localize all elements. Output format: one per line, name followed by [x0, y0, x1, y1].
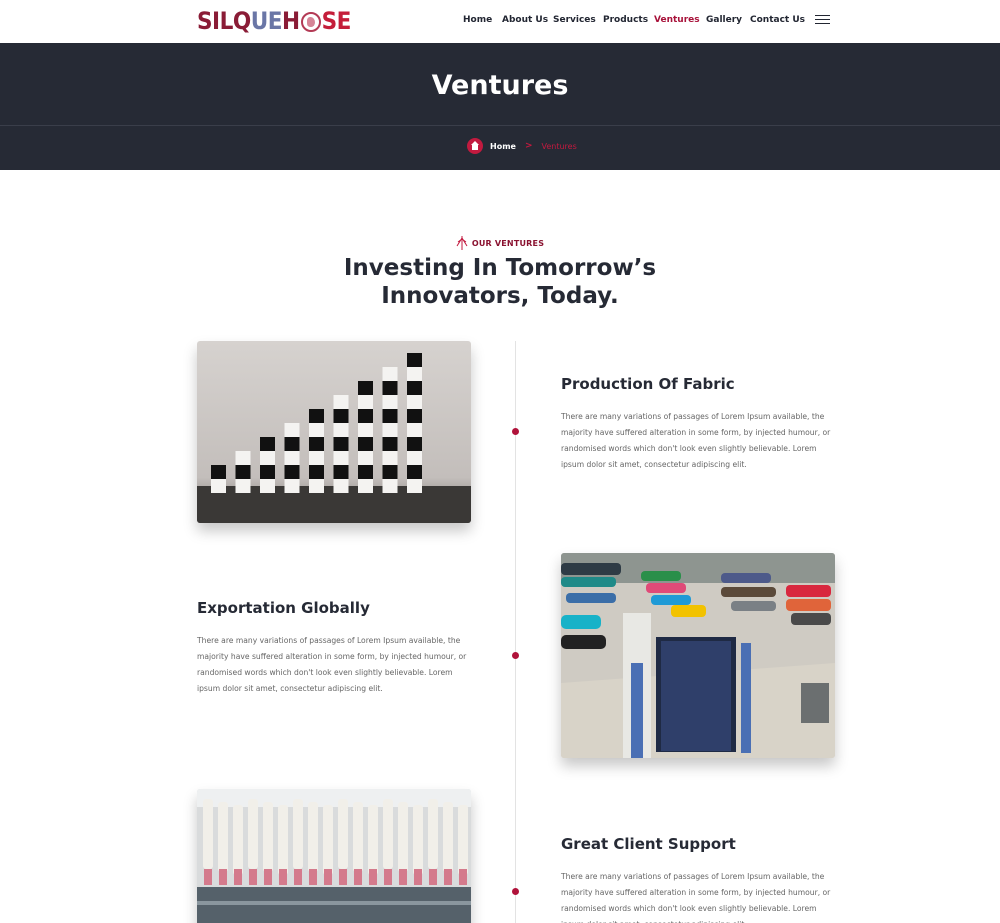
- timeline-dot: [512, 652, 519, 659]
- nav-services[interactable]: Services: [553, 15, 596, 25]
- nav-ventures[interactable]: Ventures: [654, 15, 700, 25]
- globe-icon: [300, 12, 321, 32]
- timeline-dot: [512, 888, 519, 895]
- home-icon[interactable]: [467, 138, 483, 154]
- spinning-mill-bobbins-photo: [197, 789, 471, 923]
- venture-text: There are many variations of passages of…: [561, 412, 831, 469]
- page-banner: Ventures Home > Ventures: [0, 43, 1000, 170]
- nav-home[interactable]: Home: [463, 15, 492, 25]
- logo-wordmark: SILQUEH SE: [197, 7, 351, 35]
- site-header: SILQUEH SE Home About Us Services Product…: [0, 0, 1000, 43]
- breadcrumb-home-link[interactable]: Home: [490, 142, 516, 151]
- page-title: Ventures: [431, 70, 569, 101]
- breadcrumb-current: Ventures: [541, 141, 577, 151]
- stacked-blocks-growth-photo: [197, 341, 471, 523]
- section-title-line1: Investing In Tomorrow’s: [343, 255, 657, 281]
- section-eyebrow-label: OUR VENTURES: [471, 238, 545, 248]
- compass-icon: [456, 236, 468, 250]
- venture-text: There are many variations of passages of…: [561, 872, 831, 923]
- breadcrumb: Home > Ventures: [467, 138, 577, 154]
- site-logo[interactable]: SILQUEH SE: [197, 6, 351, 36]
- nav-products[interactable]: Products: [603, 15, 648, 25]
- venture-text: There are many variations of passages of…: [197, 636, 467, 693]
- section-eyebrow: OUR VENTURES: [0, 236, 1000, 250]
- nav-about-us[interactable]: About Us: [502, 15, 548, 25]
- nav-gallery[interactable]: Gallery: [706, 15, 742, 25]
- textile-factory-fabric-rolls-photo: [561, 553, 835, 758]
- hamburger-icon[interactable]: [815, 15, 830, 26]
- timeline-dot: [512, 428, 519, 435]
- section-title: Investing In Tomorrow’s Innovators, Toda…: [0, 254, 1000, 310]
- nav-contact-us[interactable]: Contact Us: [750, 15, 805, 25]
- section-title-line2: Innovators, Today.: [381, 283, 619, 309]
- breadcrumb-separator: >: [524, 141, 533, 151]
- venture-title: Production Of Fabric: [561, 375, 735, 393]
- venture-title: Exportation Globally: [197, 599, 370, 617]
- banner-divider: [0, 125, 1000, 126]
- venture-title: Great Client Support: [561, 835, 736, 853]
